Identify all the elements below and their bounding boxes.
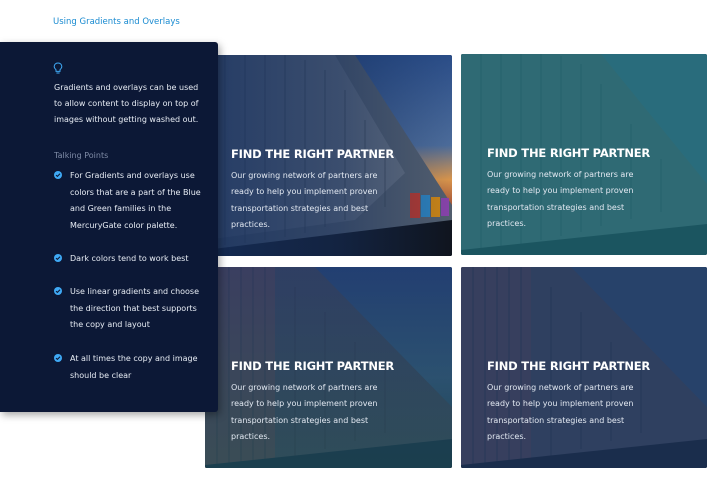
check-circle-icon [54,287,62,295]
lightbulb-icon [53,62,63,74]
intro-text: Gradients and overlays can be used to al… [54,83,199,124]
talking-point: Use linear gradients and choose the dire… [54,284,204,334]
talking-point-text: For Gradients and overlays use colors th… [70,171,201,230]
talking-point: Dark colors tend to work best [54,251,204,268]
gradient-card-blue-left: FIND THE RIGHT PARTNER Our growing netwo… [205,55,452,256]
check-circle-icon [54,254,62,262]
talking-point: For Gradients and overlays use colors th… [54,168,204,234]
check-circle-icon [54,171,62,179]
card-title: FIND THE RIGHT PARTNER [487,359,651,373]
talking-point-text: At all times the copy and image should b… [70,354,198,380]
card-body: Our growing network of partners are read… [231,171,378,229]
info-sidebar: Gradients and overlays can be used to al… [0,42,218,412]
gradient-card-blue-teal: FIND THE RIGHT PARTNER Our growing netwo… [205,267,452,468]
gradient-card-teal: FIND THE RIGHT PARTNER Our growing netwo… [461,54,707,255]
card-body: Our growing network of partners are read… [487,383,634,441]
card-body: Our growing network of partners are read… [487,170,634,228]
talking-point-text: Dark colors tend to work best [70,254,189,263]
card-title: FIND THE RIGHT PARTNER [487,146,651,160]
talking-point-text: Use linear gradients and choose the dire… [70,287,200,329]
talking-point: At all times the copy and image should b… [54,351,204,384]
page-title: Using Gradients and Overlays [53,17,180,27]
gradient-card-navy: FIND THE RIGHT PARTNER Our growing netwo… [461,267,707,468]
card-title: FIND THE RIGHT PARTNER [231,359,395,373]
check-circle-icon [54,354,62,362]
card-body: Our growing network of partners are read… [231,383,378,441]
card-title: FIND THE RIGHT PARTNER [231,147,395,161]
talking-points-heading: Talking Points [54,151,109,160]
